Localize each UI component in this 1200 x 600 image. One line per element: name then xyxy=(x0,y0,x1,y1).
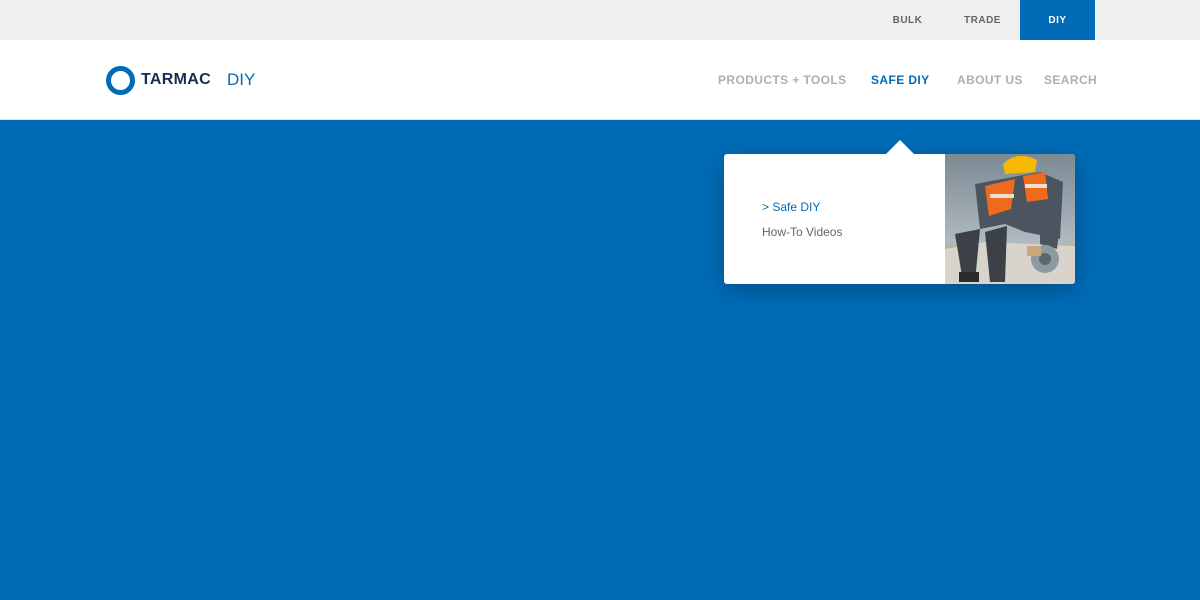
dropdown-item-safe-diy[interactable]: > Safe DIY xyxy=(762,200,820,214)
logo-wordmark: TARMAC xyxy=(141,71,211,88)
nav-products-tools[interactable]: PRODUCTS + TOOLS xyxy=(718,73,847,87)
audience-bar: BULK TRADE DIY xyxy=(0,0,1200,40)
site-header: TARMAC DIY PRODUCTS + TOOLS SAFE DIY ABO… xyxy=(0,40,1200,120)
logo-subtitle[interactable]: DIY xyxy=(227,70,255,90)
nav-safe-diy[interactable]: SAFE DIY xyxy=(871,73,930,87)
nav-about-us[interactable]: ABOUT US xyxy=(957,73,1023,87)
nav-search[interactable]: SEARCH xyxy=(1044,73,1097,87)
audience-tab-diy[interactable]: DIY xyxy=(1020,0,1095,40)
dropdown-item-how-to-videos[interactable]: How-To Videos xyxy=(762,225,842,239)
worker-image xyxy=(945,154,1075,284)
safe-diy-dropdown: > Safe DIY How-To Videos xyxy=(724,140,1075,284)
site-logo[interactable]: TARMAC xyxy=(106,65,211,95)
audience-tab-bulk[interactable]: BULK xyxy=(870,0,945,40)
dropdown-caret xyxy=(886,140,914,154)
tarmac-ring-logo-icon xyxy=(106,65,135,95)
audience-tab-trade[interactable]: TRADE xyxy=(945,0,1020,40)
dropdown-worker-photo xyxy=(945,154,1075,284)
